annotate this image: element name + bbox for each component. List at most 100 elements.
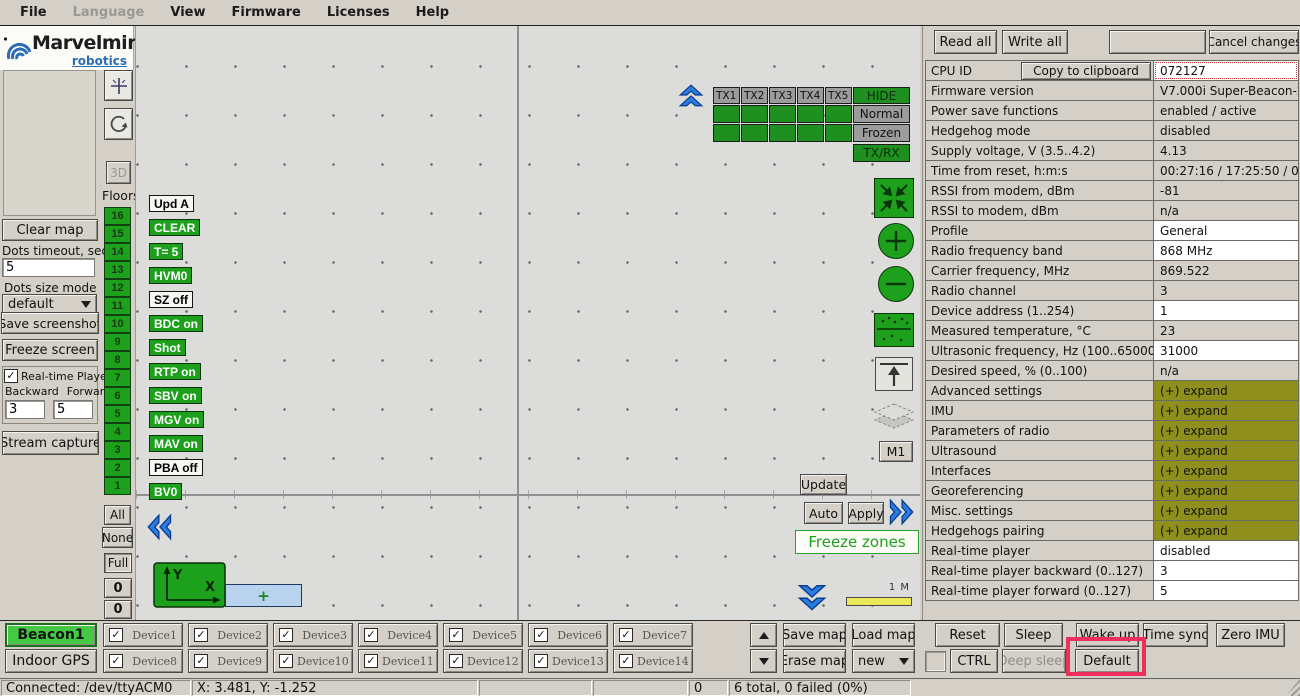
tx-cell[interactable] [797,124,824,142]
chevron-left-icon[interactable] [146,511,174,543]
floor-button[interactable]: 7 [104,369,131,387]
tab-beacon[interactable]: Beacon1 [5,623,97,647]
floor-button[interactable]: 13 [104,261,131,279]
floor-button[interactable]: 4 [104,423,131,441]
device-toggle[interactable]: ✓ Device14 [613,649,693,673]
tab-indoor-gps[interactable]: Indoor GPS [5,649,97,673]
floor-offset-top-button[interactable]: 0 [104,578,132,598]
setting-value[interactable]: n/a [1154,201,1298,220]
blank-button[interactable] [1109,30,1206,54]
setting-value[interactable]: 31000 [1154,341,1298,360]
device-page-down-button[interactable] [750,649,777,673]
device-toggle[interactable]: ✓ Device12 [443,649,523,673]
map-mode-button[interactable]: Upd A [149,195,194,212]
map-mode-button[interactable]: HVM0 [149,267,192,284]
device-toggle[interactable]: ✓ Device5 [443,623,523,647]
zoom-out-icon[interactable] [877,265,915,303]
tx-cell[interactable] [825,124,852,142]
setting-value[interactable]: (+) expand [1154,461,1298,480]
read-all-button[interactable]: Read all [934,30,997,54]
freeze-screen-button[interactable]: Freeze screen [2,339,98,361]
dots-size-select[interactable]: default [2,294,97,314]
erase-map-button[interactable]: Erase map [783,649,846,673]
deep-sleep-button[interactable]: Deep sleep [1002,649,1066,673]
device-checkbox[interactable]: ✓ [619,654,633,668]
crosshair-axes-button[interactable] [104,70,133,101]
setting-value[interactable]: (+) expand [1154,481,1298,500]
setting-value[interactable]: enabled / active [1154,101,1298,120]
reset-button[interactable]: Reset [935,623,1000,647]
setting-value[interactable]: 5 [1154,581,1298,600]
device-checkbox[interactable]: ✓ [194,654,208,668]
map-mode-button[interactable]: MAV on [149,435,203,452]
cpu-id-value[interactable]: 072127 [1154,61,1298,80]
fit-view-icon[interactable] [874,178,914,218]
setting-value[interactable]: 869.522 [1154,261,1298,280]
menu-item[interactable]: File [8,3,59,22]
setting-value[interactable]: (+) expand [1154,521,1298,540]
device-checkbox[interactable]: ✓ [109,628,123,642]
device-checkbox[interactable]: ✓ [449,654,463,668]
auto-button[interactable]: Auto [804,502,843,524]
floor-button[interactable]: 10 [104,315,131,333]
floor-button[interactable]: 9 [104,333,131,351]
floors-full-button[interactable]: Full [104,553,132,573]
add-submap-button[interactable]: + [225,584,302,607]
zero-imu-button[interactable]: Zero IMU [1216,623,1285,647]
setting-value[interactable]: 1 [1154,301,1298,320]
map-mode-button[interactable]: RTP on [149,363,201,380]
tx-header-cell[interactable]: TX1 [713,87,740,104]
zoom-in-icon[interactable] [877,222,915,260]
save-screenshot-button[interactable]: Save screenshot [1,312,99,334]
tx-cell[interactable] [741,124,768,142]
menu-item[interactable]: Firmware [220,3,313,22]
device-toggle[interactable]: ✓ Device11 [358,649,438,673]
upload-arrow-icon[interactable] [875,357,913,391]
device-toggle[interactable]: ✓ Device4 [358,623,438,647]
setting-value[interactable]: General [1154,221,1298,240]
freeze-zones-button[interactable]: Freeze zones [795,530,919,554]
tx-header-cell[interactable]: TX2 [741,87,768,104]
tx-cell[interactable] [713,124,740,142]
time-sync-button[interactable]: Time sync [1143,623,1208,647]
map-mode-button[interactable]: BV0 [149,483,182,500]
menu-item[interactable]: Language [61,3,157,22]
device-toggle[interactable]: ✓ Device13 [528,649,608,673]
update-button[interactable]: Update [800,474,847,495]
menu-item[interactable]: Licenses [315,3,402,22]
floor-button[interactable]: 14 [104,243,131,261]
tx-cell[interactable] [713,105,740,123]
device-checkbox[interactable]: ✓ [619,628,633,642]
device-checkbox[interactable]: ✓ [364,628,378,642]
map-mode-button[interactable]: PBA off [149,459,203,476]
map-mode-button[interactable]: SZ off [149,291,193,308]
default-button[interactable]: Default [1075,649,1139,673]
setting-value[interactable]: 4.13 [1154,141,1298,160]
load-map-button[interactable]: Load map [852,623,915,647]
floor-button[interactable]: 2 [104,459,131,477]
tx-cell[interactable] [769,105,796,123]
menu-item[interactable]: View [158,3,217,22]
tx-cell[interactable] [797,105,824,123]
setting-value[interactable]: -81 [1154,181,1298,200]
map-canvas[interactable]: Upd A CLEAR T= 5 HVM0 SZ off BDC on Shot… [135,26,920,620]
tx-rx-button[interactable]: TX/RX [853,144,910,162]
tx-normal-button[interactable]: Normal [853,105,910,123]
clear-map-button[interactable]: Clear map [2,219,98,241]
tx-header-cell[interactable]: TX3 [769,87,796,104]
map-mode-button[interactable]: T= 5 [149,243,183,260]
device-toggle[interactable]: ✓ Device9 [188,649,268,673]
floors-none-button[interactable]: None [102,527,133,548]
chevron-down-icon[interactable] [794,582,830,612]
floor-button[interactable]: 8 [104,351,131,369]
floor-button[interactable]: 3 [104,441,131,459]
tx-header-cell[interactable]: TX4 [797,87,824,104]
setting-value[interactable]: (+) expand [1154,421,1298,440]
device-checkbox[interactable]: ✓ [194,628,208,642]
device-page-up-button[interactable] [750,623,777,647]
menu-item[interactable]: Help [404,3,461,22]
cancel-changes-button[interactable]: Cancel changes [1209,30,1299,54]
layers-icon[interactable] [873,402,915,434]
device-toggle[interactable]: ✓ Device7 [613,623,693,647]
copy-to-clipboard-button[interactable]: Copy to clipboard [1021,62,1151,80]
